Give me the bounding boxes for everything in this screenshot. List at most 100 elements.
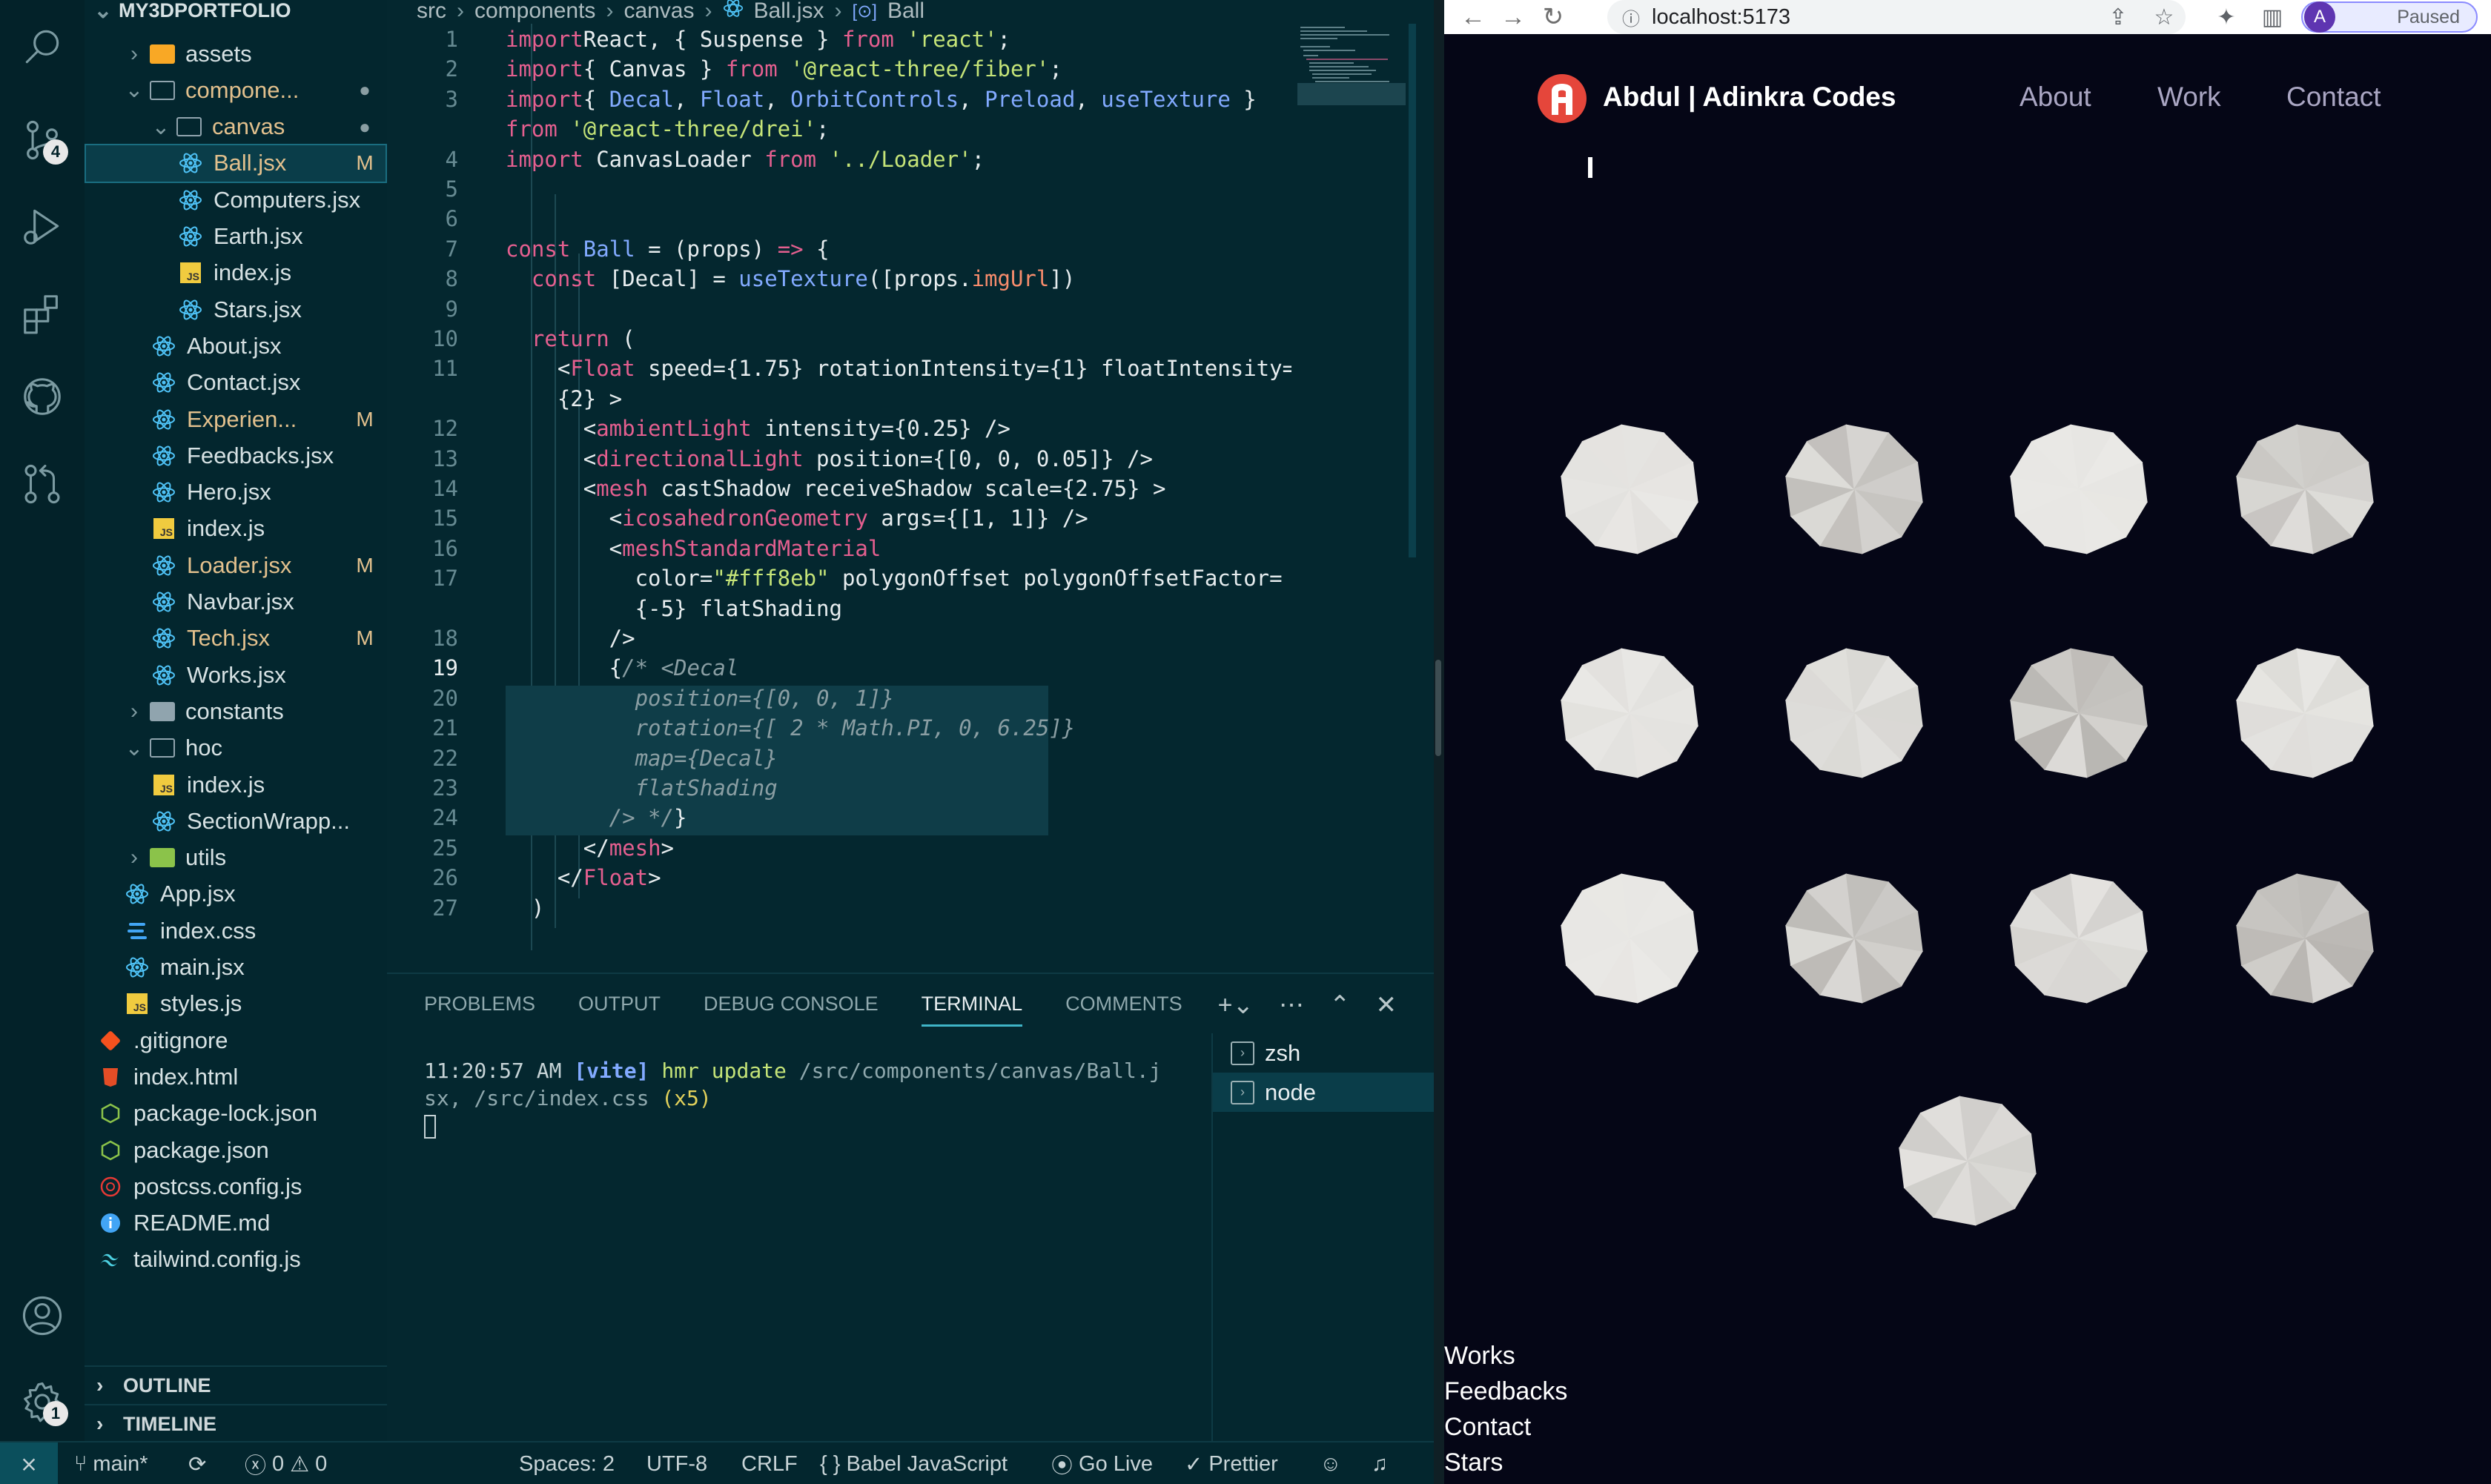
- tech-ball[interactable]: [1561, 424, 1698, 554]
- code-line[interactable]: </mesh>: [506, 835, 674, 861]
- editor-scrollbar[interactable]: [1409, 24, 1416, 557]
- tech-ball[interactable]: [1561, 873, 1698, 1004]
- explorer-root[interactable]: ⌄ MY3DPORTFOLIO: [85, 0, 387, 30]
- code-line[interactable]: ): [506, 895, 544, 921]
- breadcrumb-item[interactable]: Ball.jsx: [754, 0, 824, 24]
- run-debug-icon[interactable]: [16, 200, 68, 252]
- footer-link-works[interactable]: Works: [1444, 1342, 1515, 1371]
- tree-item[interactable]: package-lock.json: [85, 1094, 387, 1133]
- tree-item[interactable]: postcss.config.js: [85, 1167, 387, 1206]
- code-line[interactable]: /> */}: [506, 805, 687, 830]
- go-live-button[interactable]: ⦿ Go Live: [1051, 1442, 1153, 1484]
- more-actions-icon[interactable]: ⋯: [1279, 990, 1304, 1020]
- tree-item[interactable]: JS index.js: [85, 509, 387, 549]
- tree-item[interactable]: Loader.jsx M: [85, 546, 387, 585]
- tree-item[interactable]: Tech.jsx M: [85, 619, 387, 658]
- tech-ball[interactable]: [2236, 648, 2374, 778]
- feedback-icon[interactable]: ☺: [1320, 1442, 1342, 1484]
- footer-link-contact[interactable]: Contact: [1444, 1413, 1531, 1442]
- code-line[interactable]: return (: [506, 326, 635, 351]
- divider-handle[interactable]: [1435, 660, 1441, 756]
- extensions-icon[interactable]: [16, 288, 68, 339]
- tab-problems[interactable]: PROBLEMS: [424, 993, 535, 1016]
- tree-item[interactable]: Stars.jsx: [85, 290, 387, 329]
- tech-ball[interactable]: [2236, 424, 2374, 554]
- tree-item[interactable]: SectionWrapp...: [85, 801, 387, 841]
- encoding-indicator[interactable]: UTF-8: [646, 1442, 707, 1484]
- tech-ball[interactable]: [1785, 648, 1923, 778]
- tree-item[interactable]: index.html: [85, 1057, 387, 1096]
- terminal-item-node[interactable]: › node: [1213, 1073, 1434, 1112]
- code-line[interactable]: <directionalLight position={[0, 0, 0.05]…: [506, 446, 1153, 471]
- search-icon[interactable]: [16, 21, 68, 73]
- pull-request-icon[interactable]: [16, 458, 68, 510]
- tree-item[interactable]: Navbar.jsx: [85, 583, 387, 622]
- prettier-button[interactable]: ✓ Prettier: [1185, 1442, 1278, 1484]
- code-line[interactable]: const [Decal] = useTexture([props.imgUrl…: [506, 266, 1075, 291]
- code-line[interactable]: <ambientLight intensity={0.25} />: [506, 416, 1010, 441]
- timeline-section[interactable]: › TIMELINE: [85, 1404, 387, 1441]
- tree-item[interactable]: Contact.jsx: [85, 363, 387, 403]
- code-area[interactable]: 1 importReact, { Suspense } from 'react';…: [387, 24, 1291, 973]
- tab-debug-console[interactable]: DEBUG CONSOLE: [704, 993, 879, 1016]
- code-line[interactable]: {/* <Decal: [506, 655, 739, 680]
- tree-item[interactable]: main.jsx: [85, 948, 387, 987]
- tech-ball[interactable]: [2010, 873, 2148, 1004]
- code-line[interactable]: <mesh castShadow receiveShadow scale={2.…: [506, 476, 1166, 501]
- code-line[interactable]: </Float>: [506, 865, 661, 890]
- tab-output[interactable]: OUTPUT: [578, 993, 661, 1016]
- tree-item[interactable]: ⌄ canvas ●: [85, 107, 387, 147]
- code-line[interactable]: importReact, { Suspense } from 'react';: [506, 27, 1010, 52]
- eol-indicator[interactable]: CRLF: [741, 1442, 798, 1484]
- code-line[interactable]: from '@react-three/drei';: [506, 116, 830, 142]
- branch-indicator[interactable]: ⑂ main*: [74, 1442, 148, 1484]
- breadcrumb-item[interactable]: Ball: [887, 0, 924, 24]
- tab-terminal[interactable]: TERMINAL: [921, 981, 1023, 1027]
- code-editor[interactable]: src › components › canvas › Ball.jsx › [⊙] Ball 1…: [387, 0, 1434, 973]
- tree-item[interactable]: ⌄ hoc: [85, 729, 387, 768]
- tree-item[interactable]: tailwind.config.js: [85, 1240, 387, 1279]
- tree-item[interactable]: index.css: [85, 911, 387, 950]
- breadcrumb-item[interactable]: components: [474, 0, 595, 24]
- tech-ball[interactable]: [1785, 873, 1923, 1004]
- tech-ball[interactable]: [1785, 424, 1923, 554]
- tech-ball[interactable]: [2010, 648, 2148, 778]
- tree-item[interactable]: Feedbacks.jsx: [85, 436, 387, 475]
- code-line[interactable]: import{ Canvas } from '@react-three/fibe…: [506, 56, 1062, 82]
- account-icon[interactable]: [16, 1290, 68, 1342]
- outline-section[interactable]: › OUTLINE: [85, 1365, 387, 1404]
- tree-item[interactable]: › assets: [85, 34, 387, 73]
- indentation-indicator[interactable]: Spaces: 2: [519, 1442, 615, 1484]
- split-divider[interactable]: [1434, 0, 1444, 1484]
- code-line[interactable]: <icosahedronGeometry args={[1, 1]} />: [506, 506, 1088, 531]
- tree-item[interactable]: Hero.jsx: [85, 473, 387, 512]
- tech-ball[interactable]: [2010, 424, 2148, 554]
- problems-indicator[interactable]: ⓧ 0 ⚠ 0: [245, 1442, 327, 1484]
- tree-item[interactable]: App.jsx: [85, 875, 387, 914]
- tree-item[interactable]: JS index.js: [85, 765, 387, 804]
- tech-balls-canvas[interactable]: [1444, 0, 2491, 1484]
- code-line[interactable]: import{ Decal, Float, OrbitControls, Pre…: [506, 87, 1257, 112]
- code-line[interactable]: {-5} flatShading: [506, 596, 842, 621]
- github-icon[interactable]: [16, 371, 68, 423]
- maximize-panel-icon[interactable]: ⌃: [1329, 990, 1351, 1020]
- language-indicator[interactable]: { } Babel JavaScript: [820, 1442, 1008, 1484]
- code-line[interactable]: flatShading: [506, 775, 778, 801]
- code-line[interactable]: rotation={[ 2 * Math.PI, 0, 6.25]}: [506, 715, 1076, 741]
- tree-item[interactable]: ⌄ compone... ●: [85, 70, 387, 110]
- code-line[interactable]: const Ball = (props) => {: [506, 236, 830, 262]
- bell-icon[interactable]: ♫: [1372, 1442, 1388, 1484]
- code-line[interactable]: {2} >: [506, 386, 622, 411]
- code-line[interactable]: position={[0, 0, 1]}: [506, 686, 894, 711]
- tree-item[interactable]: Ball.jsx M: [85, 143, 387, 183]
- terminal-output[interactable]: 11:20:57 AM [vite] hmr update /src/compo…: [424, 1057, 1165, 1139]
- tree-item[interactable]: About.jsx: [85, 326, 387, 365]
- tree-item[interactable]: Earth.jsx: [85, 217, 387, 256]
- footer-link-stars[interactable]: Stars: [1444, 1448, 1503, 1477]
- tree-item[interactable]: README.md: [85, 1204, 387, 1243]
- tree-item[interactable]: Experien... M: [85, 400, 387, 439]
- close-icon[interactable]: ✕: [1376, 990, 1397, 1020]
- tab-comments[interactable]: COMMENTS: [1065, 993, 1182, 1016]
- tree-item[interactable]: JS styles.js: [85, 984, 387, 1024]
- breadcrumb-item[interactable]: canvas: [623, 0, 694, 24]
